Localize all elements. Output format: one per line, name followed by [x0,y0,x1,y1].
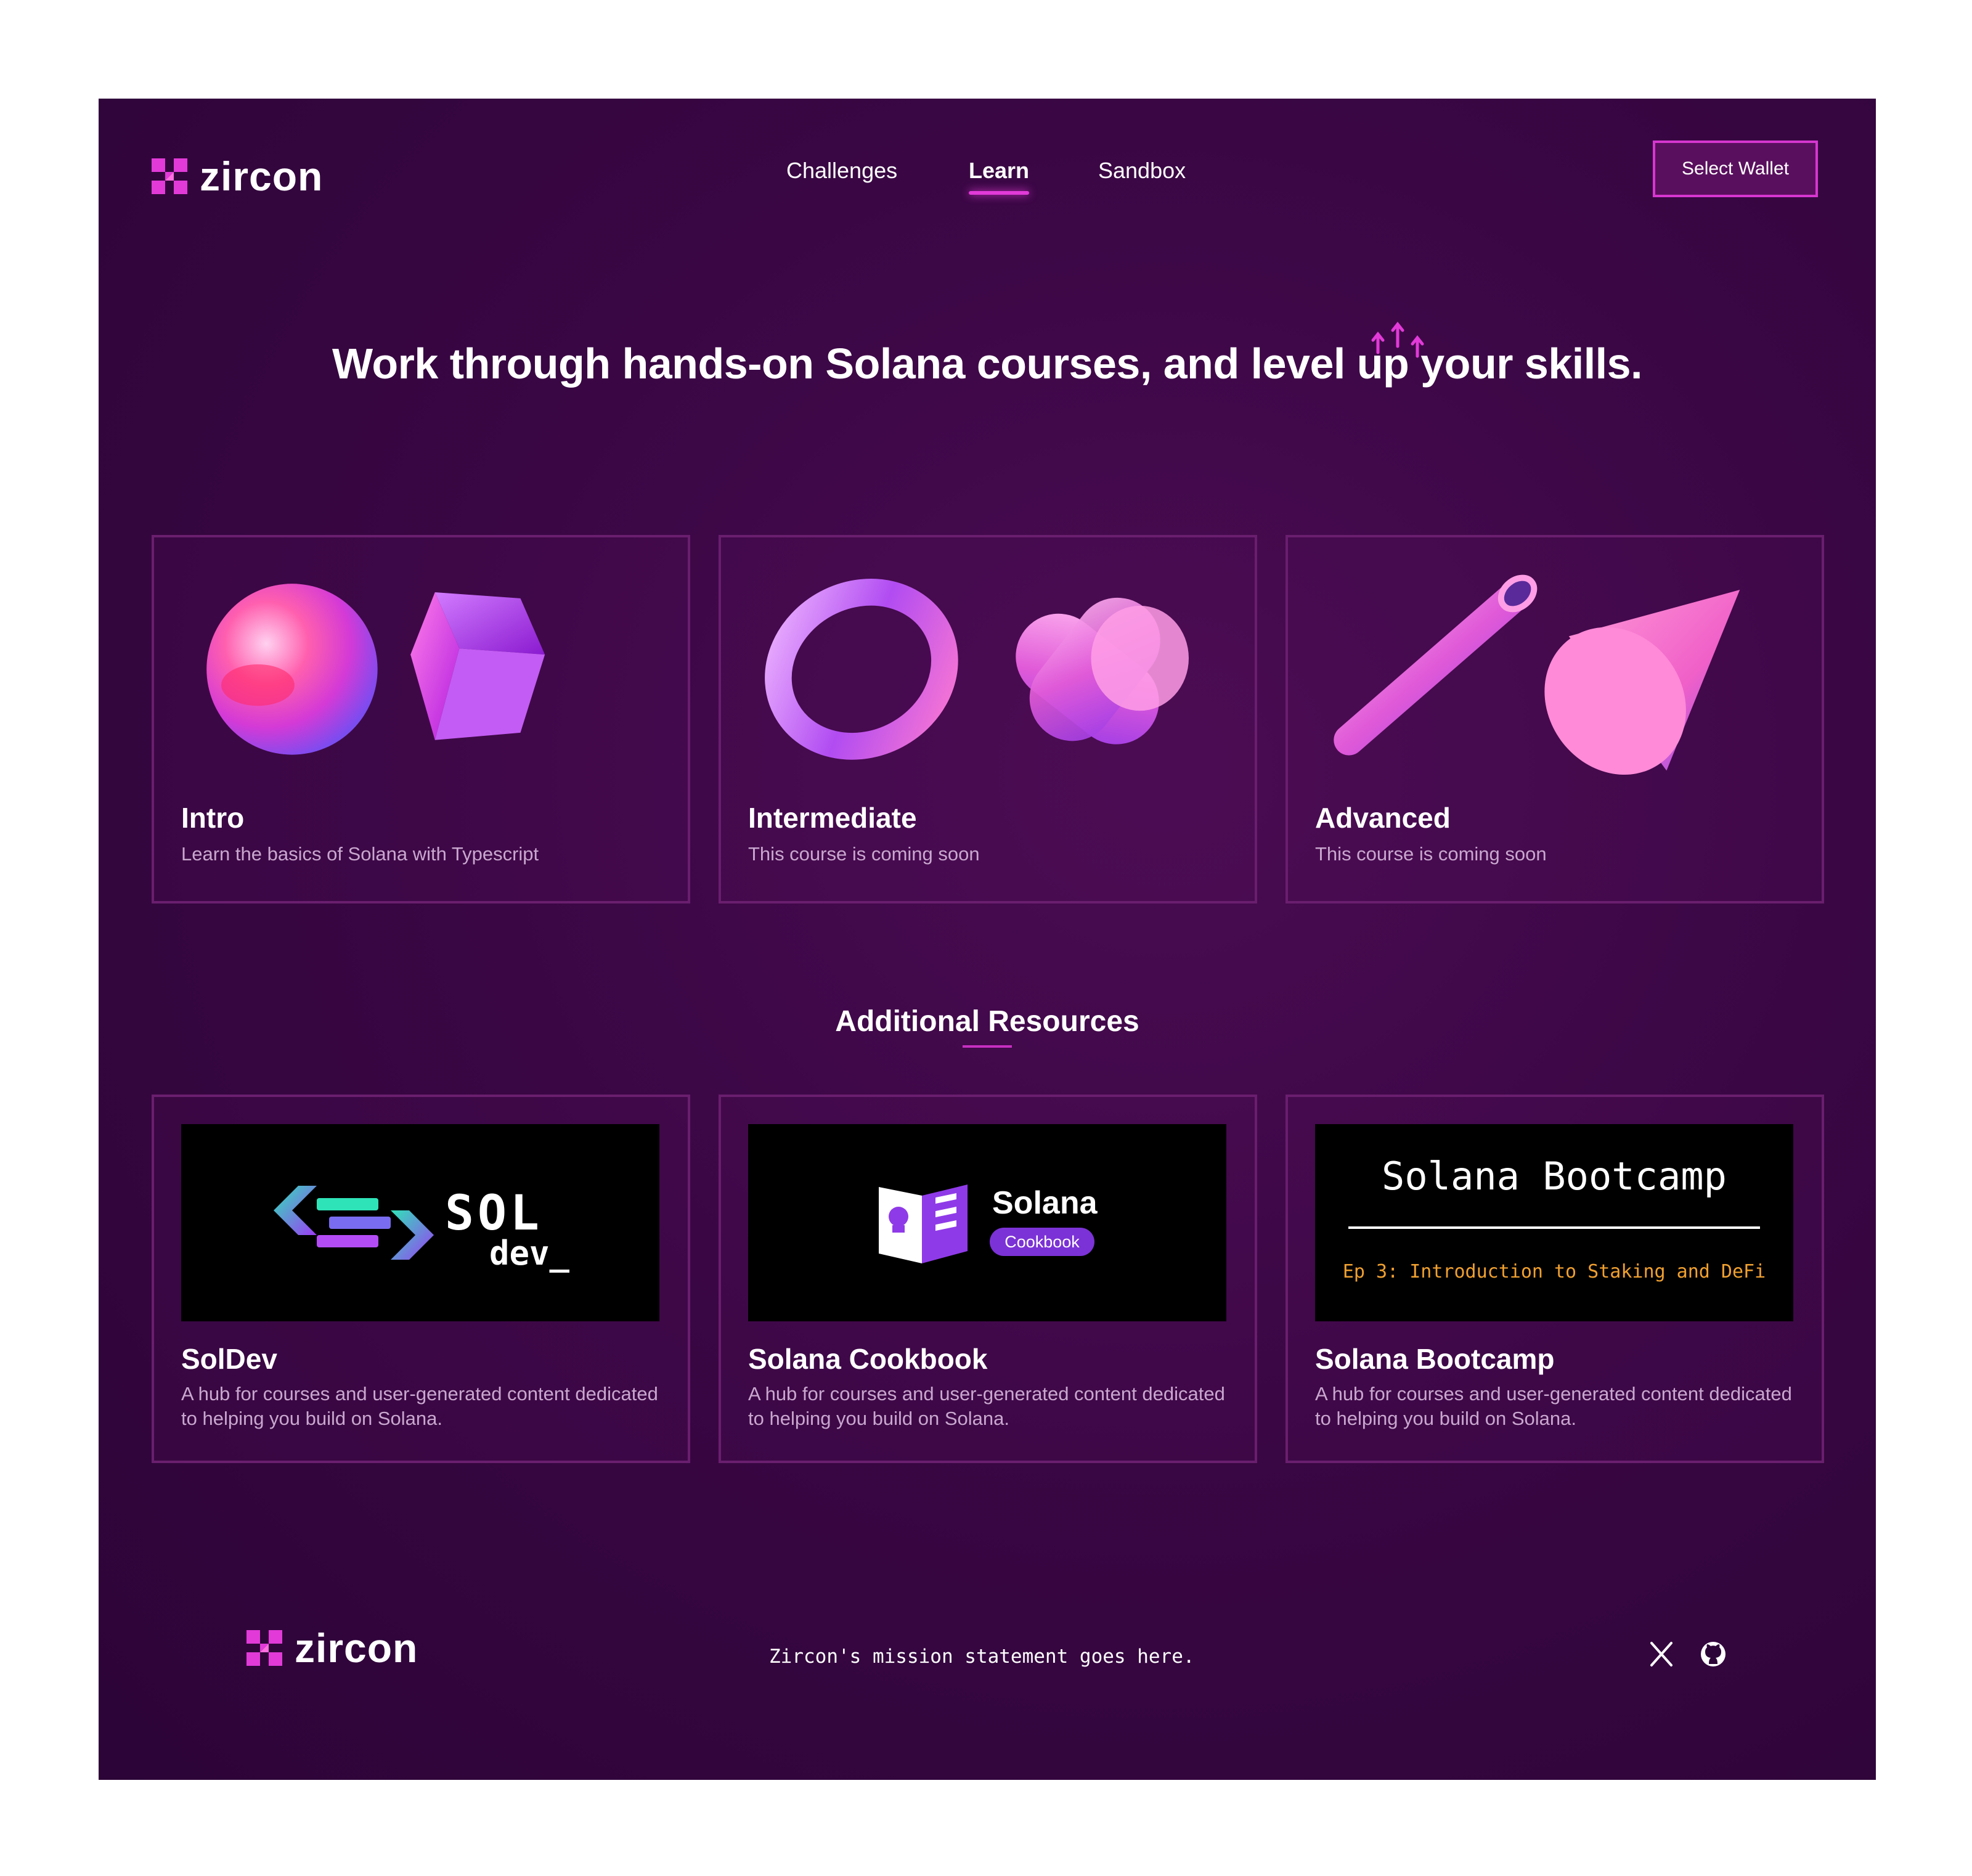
main-nav: Challenges Learn Sandbox [99,158,1876,201]
nav-item-challenges[interactable]: Challenges [786,158,897,184]
course-title: Intro [181,802,245,834]
nav-item-learn-label: Learn [969,158,1030,183]
course-card-intermediate[interactable]: Intermediate This course is coming soon [719,535,1257,903]
github-icon[interactable] [1698,1639,1728,1669]
nav-item-learn[interactable]: Learn [969,158,1030,195]
app-window: zircon Challenges Learn Sandbox Select W… [99,99,1876,1780]
soldev-banner-sol: SOL [445,1186,543,1241]
soldev-banner-dev: dev_ [489,1234,570,1273]
cookbook-banner: Solana Cookbook [748,1124,1226,1321]
bootcamp-banner-title: Solana Bootcamp [1382,1154,1727,1199]
mission-statement: Zircon's mission statement goes here. [769,1646,1195,1668]
ring-cross-illustration [765,579,1189,760]
footer-logo[interactable]: zircon [246,1625,418,1671]
select-wallet-button[interactable]: Select Wallet [1653,141,1818,197]
resource-title: Solana Cookbook [748,1343,988,1375]
soldev-logo-icon [274,1186,434,1260]
soldev-banner: SOL dev_ [181,1124,659,1321]
course-description: Learn the basics of Solana with Typescri… [181,843,539,865]
cookbook-book-icon [879,1185,968,1263]
bootcamp-banner-rule [1348,1226,1760,1229]
course-card-advanced[interactable]: Advanced This course is coming soon [1285,535,1824,903]
sphere-cube-illustration [206,584,545,755]
section-heading: Additional Resources [835,1005,1139,1038]
cookbook-banner-title: Solana [992,1185,1098,1221]
bootcamp-banner: Solana Bootcamp Ep 3: Introduction to St… [1315,1124,1793,1321]
resource-description: A hub for courses and user-generated con… [748,1383,1225,1429]
resource-card-cookbook[interactable]: Solana Cookbook Solana Cookbook A hub fo… [719,1095,1257,1463]
resource-title: Solana Bootcamp [1315,1343,1555,1375]
course-card-intro[interactable]: Intro Learn the basics of Solana with Ty… [152,535,690,903]
nav-item-sandbox[interactable]: Sandbox [1098,158,1186,184]
course-title: Advanced [1315,802,1451,834]
x-icon[interactable] [1647,1639,1676,1669]
resource-title: SolDev [181,1343,277,1375]
hero-title: Work through hands-on Solana courses, an… [332,340,1642,388]
brand-name: zircon [295,1625,418,1671]
tube-cone-illustration [1334,574,1740,775]
resource-description: A hub for courses and user-generated con… [1315,1383,1792,1429]
active-tab-indicator [969,191,1030,195]
resource-card-bootcamp[interactable]: Solana Bootcamp Ep 3: Introduction to St… [1285,1095,1824,1463]
resource-card-soldev[interactable]: SOL dev_ SolDev A hub for courses and us… [152,1095,690,1463]
section-heading-underline [963,1045,1012,1048]
course-description: This course is coming soon [1315,843,1547,865]
course-title: Intermediate [748,802,917,834]
cookbook-badge: Cookbook [990,1228,1094,1256]
zircon-logo-icon [246,1630,282,1666]
course-description: This course is coming soon [748,843,980,865]
resource-description: A hub for courses and user-generated con… [181,1383,658,1429]
bootcamp-banner-episode: Ep 3: Introduction to Staking and DeFi [1342,1261,1766,1283]
level-up-arrows-icon [1371,322,1424,358]
